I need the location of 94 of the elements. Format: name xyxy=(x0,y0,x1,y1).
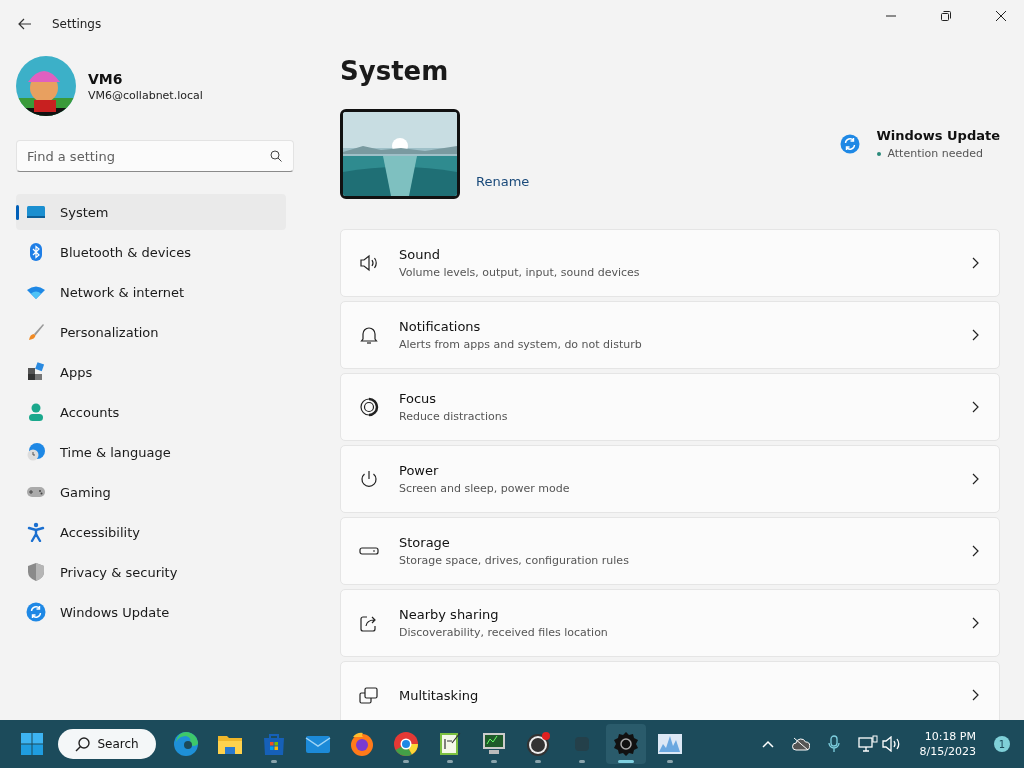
user-email: VM6@collabnet.local xyxy=(88,88,203,102)
setting-description: Storage space, drives, configuration rules xyxy=(399,554,630,567)
chevron-up-icon[interactable] xyxy=(761,740,774,748)
cloud-icon[interactable] xyxy=(791,737,810,751)
setting-description: Volume levels, output, input, sound devices xyxy=(399,266,641,279)
nav-item[interactable]: Windows Update xyxy=(16,594,286,630)
settings-card[interactable]: Sound Volume levels, output, input, sound devices xyxy=(340,229,1000,297)
settings-card[interactable]: Storage Storage space, drives, configuration rules xyxy=(340,517,1000,585)
taskbar-search[interactable]: Search xyxy=(58,729,156,759)
nav-item[interactable]: System xyxy=(16,194,286,230)
setting-title: Storage xyxy=(399,535,451,550)
microphone-icon[interactable] xyxy=(827,735,840,753)
monitor-icon xyxy=(481,731,507,757)
setting-title: Multitasking xyxy=(399,687,480,703)
chevron-icon xyxy=(972,401,979,413)
shield-icon xyxy=(26,562,46,582)
chrome-icon xyxy=(393,731,419,757)
user-name: VM6 xyxy=(88,70,124,87)
rename-link[interactable]: Rename xyxy=(476,174,530,189)
settings-card[interactable]: Nearby sharing Discoverability, received files location xyxy=(340,589,1000,657)
taskbar-app[interactable] xyxy=(606,724,646,764)
search-field[interactable]: Find a setting xyxy=(16,140,294,172)
share-icon xyxy=(359,613,379,633)
avatar xyxy=(16,56,76,116)
chevron-icon xyxy=(972,329,979,341)
running-indicator xyxy=(535,760,541,763)
setting-title: Notifications xyxy=(399,319,482,334)
clock[interactable]: 10:18 PM 8/15/2023 xyxy=(919,730,976,758)
edge-icon xyxy=(173,731,199,757)
globe-clock-icon xyxy=(26,442,46,462)
sync-icon xyxy=(26,602,46,622)
start-icon[interactable] xyxy=(20,732,44,756)
settings-card[interactable]: Power Screen and sleep, power mode xyxy=(340,445,1000,513)
windows-stack-icon xyxy=(359,685,379,705)
power-icon xyxy=(359,469,379,489)
chevron-icon xyxy=(972,689,979,701)
chevron-icon xyxy=(972,257,979,269)
running-indicator xyxy=(618,760,634,763)
window-title: Settings xyxy=(52,17,102,31)
record-icon xyxy=(525,731,551,757)
running-indicator xyxy=(491,760,497,763)
search-icon xyxy=(270,150,282,162)
update-title[interactable]: Windows Update xyxy=(876,128,1000,143)
notepad-icon xyxy=(437,731,463,757)
settings-card[interactable]: Multitasking xyxy=(340,661,1000,720)
nav-item[interactable]: Personalization xyxy=(16,314,286,350)
running-indicator xyxy=(403,760,409,763)
setting-title: Power xyxy=(399,463,440,478)
setting-title: Nearby sharing xyxy=(399,607,500,622)
gear-icon xyxy=(613,731,639,757)
nav-item[interactable]: Bluetooth & devices xyxy=(16,234,286,270)
page-title: System xyxy=(340,56,450,86)
sync-icon[interactable] xyxy=(840,134,861,154)
chevron-icon xyxy=(972,545,979,557)
running-indicator xyxy=(447,760,453,763)
nav-item[interactable]: Time & language xyxy=(16,434,286,470)
close-icon[interactable] xyxy=(996,11,1006,21)
search-icon xyxy=(75,736,91,752)
bell-icon xyxy=(359,325,379,345)
settings-card[interactable]: Notifications Alerts from apps and system, do not disturb xyxy=(340,301,1000,369)
setting-title: Sound xyxy=(399,247,441,262)
setting-description: Discoverability, received files location xyxy=(399,626,609,639)
focus-icon xyxy=(359,397,379,417)
person-icon xyxy=(26,402,46,422)
setting-description: Alerts from apps and system, do not disturb xyxy=(399,338,643,351)
nav-item[interactable]: Gaming xyxy=(16,474,286,510)
setting-title: Focus xyxy=(399,391,438,406)
status-dot xyxy=(877,151,882,156)
brush-icon xyxy=(26,322,46,342)
nav-item[interactable]: Privacy & security xyxy=(16,554,286,590)
speaker-icon xyxy=(359,253,379,273)
running-indicator xyxy=(579,760,585,763)
notification-badge[interactable]: 1 xyxy=(994,736,1010,752)
firefox-icon xyxy=(349,731,375,757)
chevron-icon xyxy=(972,473,979,485)
store-icon xyxy=(261,731,287,757)
setting-description: Screen and sleep, power mode xyxy=(399,482,571,495)
update-status: Attention needed xyxy=(887,147,983,160)
running-indicator xyxy=(667,760,673,763)
apps-icon xyxy=(26,362,46,382)
back-icon[interactable] xyxy=(18,18,32,30)
nav-item[interactable]: Network & internet xyxy=(16,274,286,310)
chart-icon xyxy=(657,731,683,757)
maximize-icon[interactable] xyxy=(941,11,951,21)
network-icon[interactable] xyxy=(857,735,878,753)
chevron-icon xyxy=(972,617,979,629)
nav-item[interactable]: Apps xyxy=(16,354,286,390)
running-indicator xyxy=(271,760,277,763)
settings-card[interactable]: Focus Reduce distractions xyxy=(340,373,1000,441)
accessibility-icon xyxy=(26,522,46,542)
nav-item[interactable]: Accessibility xyxy=(16,514,286,550)
volume-icon[interactable] xyxy=(881,736,902,752)
nav-item[interactable]: Accounts xyxy=(16,394,286,430)
setting-description: Reduce distractions xyxy=(399,410,509,423)
